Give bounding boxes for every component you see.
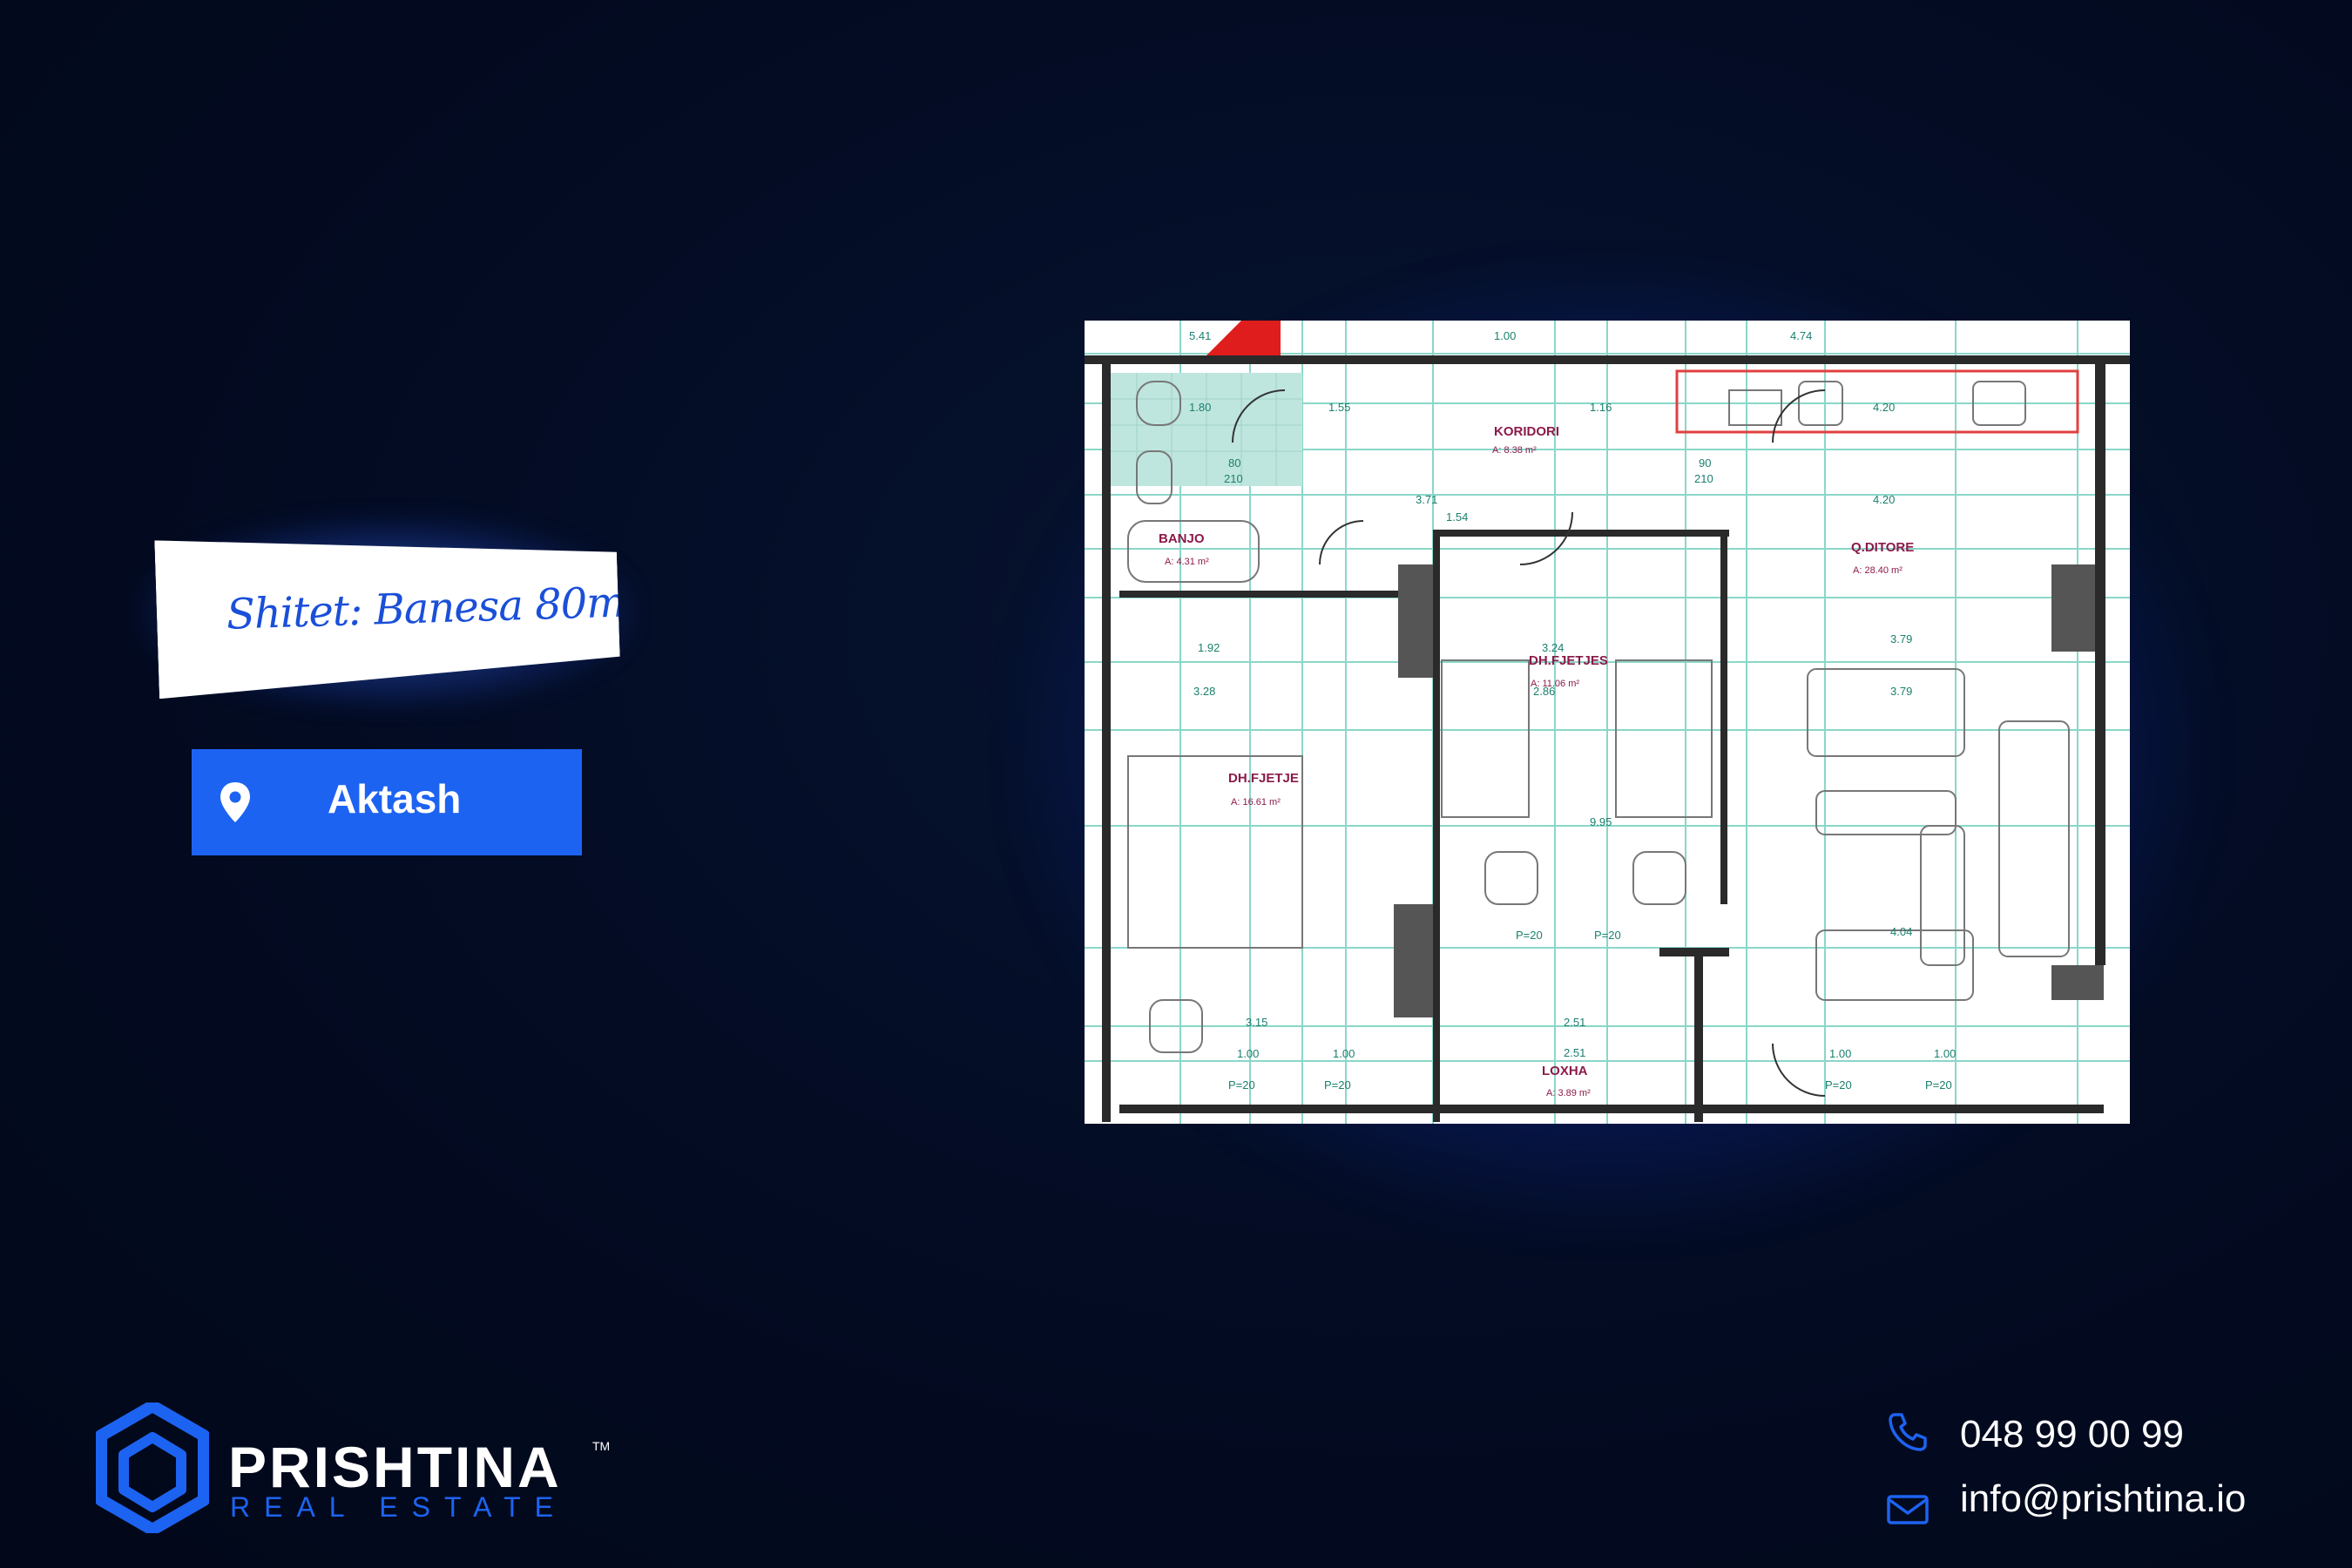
- svg-text:A: 4.31 m²: A: 4.31 m²: [1165, 557, 1209, 567]
- brand-name: PRISHTINA: [228, 1435, 562, 1499]
- svg-text:3.24: 3.24: [1542, 641, 1564, 654]
- svg-text:BANJO: BANJO: [1159, 531, 1205, 546]
- svg-text:3.79: 3.79: [1890, 632, 1912, 645]
- svg-text:2.51: 2.51: [1564, 1016, 1585, 1029]
- svg-text:DH.FJETJE: DH.FJETJE: [1228, 771, 1299, 786]
- svg-text:4.74: 4.74: [1790, 329, 1812, 342]
- svg-text:A: 3.89 m²: A: 3.89 m²: [1546, 1088, 1591, 1098]
- svg-text:1.00: 1.00: [1494, 329, 1516, 342]
- svg-text:4.20: 4.20: [1873, 401, 1895, 414]
- map-pin-icon: [220, 782, 250, 822]
- phone-icon: [1889, 1413, 1927, 1451]
- svg-text:3.15: 3.15: [1246, 1016, 1267, 1029]
- svg-text:A: 28.40 m²: A: 28.40 m²: [1853, 565, 1903, 576]
- svg-text:4.04: 4.04: [1890, 925, 1912, 938]
- email-address[interactable]: info@prishtina.io: [1960, 1477, 2246, 1521]
- svg-text:5.41: 5.41: [1189, 329, 1211, 342]
- svg-text:P=20: P=20: [1228, 1078, 1255, 1092]
- svg-text:210: 210: [1224, 472, 1243, 485]
- svg-text:1.55: 1.55: [1328, 401, 1350, 414]
- svg-text:1.54: 1.54: [1446, 510, 1468, 524]
- svg-text:LOXHA: LOXHA: [1542, 1064, 1588, 1078]
- svg-text:P=20: P=20: [1594, 929, 1621, 942]
- svg-text:1.80: 1.80: [1189, 401, 1211, 414]
- svg-text:3.79: 3.79: [1890, 685, 1912, 698]
- svg-text:1.00: 1.00: [1829, 1047, 1851, 1060]
- prishtina-logo-icon: [96, 1402, 209, 1533]
- svg-text:1.16: 1.16: [1590, 401, 1612, 414]
- svg-text:3.28: 3.28: [1193, 685, 1215, 698]
- svg-text:1.00: 1.00: [1333, 1047, 1355, 1060]
- svg-text:Q.DITORE: Q.DITORE: [1851, 540, 1914, 555]
- email-icon: [1887, 1495, 1929, 1524]
- svg-text:4.20: 4.20: [1873, 493, 1895, 506]
- svg-text:2.51: 2.51: [1564, 1046, 1585, 1059]
- listing-title: Shitet: Banesa 80m2: [226, 577, 652, 639]
- svg-text:1.00: 1.00: [1237, 1047, 1259, 1060]
- svg-text:3.71: 3.71: [1416, 493, 1437, 506]
- svg-text:210: 210: [1694, 472, 1713, 485]
- floor-plan: BANJO KORIDORI DH.FJETJES DH.FJETJE Q.DI…: [1085, 321, 2130, 1124]
- svg-text:1.00: 1.00: [1934, 1047, 1956, 1060]
- svg-text:1.92: 1.92: [1198, 641, 1220, 654]
- svg-text:9.95: 9.95: [1590, 815, 1612, 828]
- brand-trademark: TM: [592, 1439, 611, 1453]
- svg-text:P=20: P=20: [1825, 1078, 1852, 1092]
- svg-text:80: 80: [1228, 456, 1240, 470]
- svg-text:P=20: P=20: [1324, 1078, 1351, 1092]
- svg-text:KORIDORI: KORIDORI: [1494, 424, 1559, 439]
- location-button[interactable]: Aktash: [192, 749, 582, 855]
- floor-plan-drawing: BANJO KORIDORI DH.FJETJES DH.FJETJE Q.DI…: [1085, 321, 2130, 1124]
- svg-text:A: 16.61 m²: A: 16.61 m²: [1231, 797, 1281, 808]
- svg-text:2.86: 2.86: [1533, 685, 1555, 698]
- phone-number[interactable]: 048 99 00 99: [1960, 1413, 2184, 1456]
- svg-text:90: 90: [1699, 456, 1711, 470]
- brand-subtitle: REAL ESTATE: [230, 1491, 568, 1523]
- location-label: Aktash: [328, 776, 462, 821]
- svg-text:DH.FJETJES: DH.FJETJES: [1529, 653, 1608, 668]
- svg-text:A: 8.38 m²: A: 8.38 m²: [1492, 445, 1537, 456]
- svg-text:P=20: P=20: [1516, 929, 1543, 942]
- svg-text:P=20: P=20: [1925, 1078, 1952, 1092]
